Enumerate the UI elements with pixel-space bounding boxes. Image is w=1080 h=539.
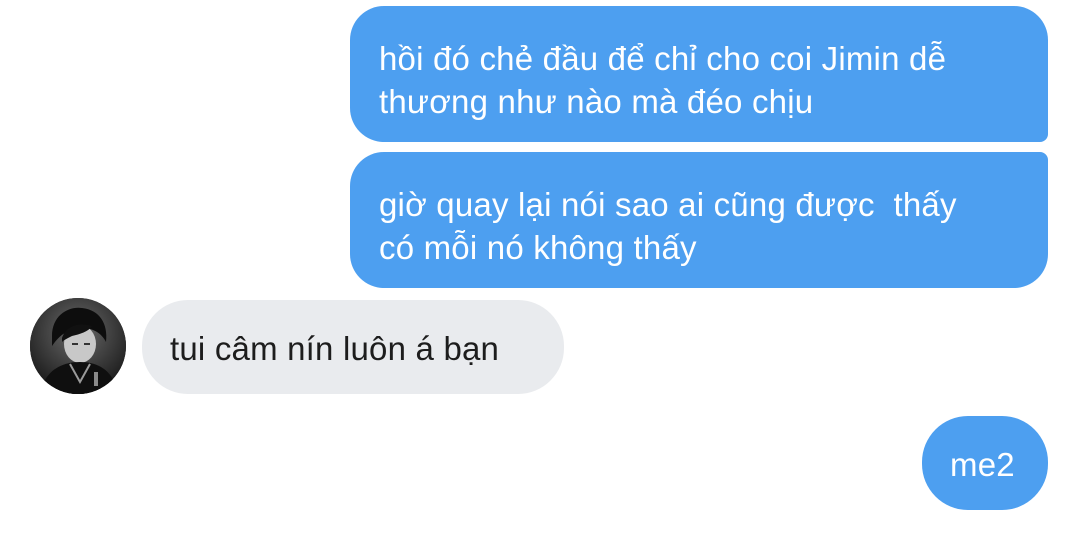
message-text-line: giờ quay lại nói sao ai cũng được thấy bbox=[379, 186, 957, 223]
outgoing-message-bubble[interactable]: giờ quay lại nói sao ai cũng được thấy c… bbox=[350, 152, 1048, 288]
message-text-line: me2 bbox=[950, 446, 1015, 483]
message-text-line: tui câm nín luôn á bạn bbox=[170, 330, 500, 367]
outgoing-message-bubble[interactable]: hồi đó chẻ đầu để chỉ cho coi Jimin dễ t… bbox=[350, 6, 1048, 142]
profile-photo-icon bbox=[30, 298, 126, 394]
message-text-line: có mỗi nó không thấy bbox=[379, 229, 697, 266]
message-text-line: thương như nào mà đéo chịu bbox=[379, 83, 814, 120]
message-text-line: hồi đó chẻ đầu để chỉ cho coi Jimin dễ bbox=[379, 40, 947, 77]
outgoing-message-bubble[interactable]: me2 bbox=[922, 416, 1048, 510]
contact-avatar[interactable] bbox=[30, 298, 126, 394]
incoming-message-bubble[interactable]: tui câm nín luôn á bạn bbox=[142, 300, 564, 394]
